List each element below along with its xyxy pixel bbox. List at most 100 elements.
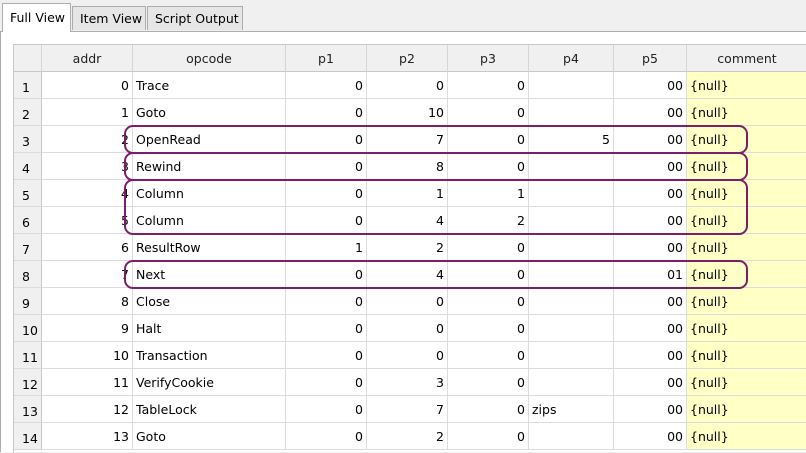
p5-cell[interactable]: 00 [614, 342, 687, 369]
p1-cell[interactable]: 0 [286, 153, 367, 180]
comment-cell[interactable]: {null} [687, 126, 806, 153]
p3-cell[interactable]: 0 [448, 342, 529, 369]
comment-header[interactable]: comment [687, 45, 806, 72]
comment-cell[interactable]: {null} [687, 72, 806, 99]
p3-cell[interactable]: 2 [448, 207, 529, 234]
p1-cell[interactable]: 0 [286, 261, 367, 288]
p4-cell[interactable] [529, 180, 614, 207]
p2-header[interactable]: p2 [367, 45, 448, 72]
p3-header[interactable]: p3 [448, 45, 529, 72]
p3-cell[interactable]: 0 [448, 234, 529, 261]
addr-cell[interactable]: 2 [42, 126, 133, 153]
p5-cell[interactable]: 00 [614, 396, 687, 423]
opcode-header[interactable]: opcode [133, 45, 286, 72]
p2-cell[interactable]: 7 [367, 126, 448, 153]
p1-cell[interactable]: 0 [286, 72, 367, 99]
table-row[interactable]: 13 12 TableLock 0 7 0 zips 00 {null} [14, 396, 806, 423]
p2-cell[interactable]: 2 [367, 234, 448, 261]
comment-cell[interactable]: {null} [687, 315, 806, 342]
p3-cell[interactable]: 0 [448, 396, 529, 423]
p1-cell[interactable]: 0 [286, 207, 367, 234]
row-number-header[interactable] [14, 45, 42, 72]
p4-cell[interactable] [529, 234, 614, 261]
p2-cell[interactable]: 0 [367, 342, 448, 369]
table-row[interactable]: 12 11 VerifyCookie 0 3 0 00 {null} [14, 369, 806, 396]
p2-cell[interactable]: 10 [367, 99, 448, 126]
p3-cell[interactable]: 0 [448, 99, 529, 126]
opcode-cell[interactable]: TableLock [133, 396, 286, 423]
p2-cell[interactable]: 0 [367, 72, 448, 99]
p4-cell[interactable] [529, 288, 614, 315]
addr-cell[interactable]: 0 [42, 72, 133, 99]
p1-cell[interactable]: 1 [286, 234, 367, 261]
opcode-cell[interactable]: Goto [133, 423, 286, 450]
p1-cell[interactable]: 0 [286, 315, 367, 342]
p3-cell[interactable]: 0 [448, 423, 529, 450]
p5-cell[interactable]: 00 [614, 207, 687, 234]
opcode-cell[interactable]: Column [133, 180, 286, 207]
p1-cell[interactable]: 0 [286, 99, 367, 126]
table-row[interactable]: 8 7 Next 0 4 0 01 {null} [14, 261, 806, 288]
opcode-cell[interactable]: VerifyCookie [133, 369, 286, 396]
table-row[interactable]: 14 13 Goto 0 2 0 00 {null} [14, 423, 806, 450]
p5-cell[interactable]: 00 [614, 99, 687, 126]
p3-cell[interactable]: 0 [448, 153, 529, 180]
p4-cell[interactable] [529, 261, 614, 288]
addr-cell[interactable]: 8 [42, 288, 133, 315]
results-grid[interactable]: addr opcode p1 p2 p3 p4 p5 comment 1 0 Trace 0 0 0 00… [13, 44, 806, 453]
table-row[interactable]: 3 2 OpenRead 0 7 0 5 00 {null} [14, 126, 806, 153]
comment-cell[interactable]: {null} [687, 423, 806, 450]
p1-cell[interactable]: 0 [286, 369, 367, 396]
comment-cell[interactable]: {null} [687, 342, 806, 369]
p5-cell[interactable]: 00 [614, 180, 687, 207]
p1-cell[interactable]: 0 [286, 396, 367, 423]
p3-cell[interactable]: 0 [448, 315, 529, 342]
p3-cell[interactable]: 0 [448, 126, 529, 153]
addr-cell[interactable]: 9 [42, 315, 133, 342]
table-row[interactable]: 1 0 Trace 0 0 0 00 {null} [14, 72, 806, 99]
p2-cell[interactable]: 7 [367, 396, 448, 423]
p3-cell[interactable]: 0 [448, 72, 529, 99]
comment-cell[interactable]: {null} [687, 369, 806, 396]
opcode-cell[interactable]: Halt [133, 315, 286, 342]
p5-cell[interactable]: 00 [614, 423, 687, 450]
p4-cell[interactable] [529, 99, 614, 126]
table-row[interactable]: 6 5 Column 0 4 2 00 {null} [14, 207, 806, 234]
p4-cell[interactable] [529, 153, 614, 180]
table-row[interactable]: 2 1 Goto 0 10 0 00 {null} [14, 99, 806, 126]
p3-cell[interactable]: 0 [448, 288, 529, 315]
p1-cell[interactable]: 0 [286, 180, 367, 207]
opcode-cell[interactable]: Goto [133, 99, 286, 126]
p5-cell[interactable]: 00 [614, 315, 687, 342]
tab-full-view[interactable]: Full View [2, 3, 71, 32]
comment-cell[interactable]: {null} [687, 288, 806, 315]
p1-cell[interactable]: 0 [286, 288, 367, 315]
table-row[interactable]: 4 3 Rewind 0 8 0 00 {null} [14, 153, 806, 180]
p1-cell[interactable]: 0 [286, 423, 367, 450]
addr-cell[interactable]: 1 [42, 99, 133, 126]
addr-cell[interactable]: 13 [42, 423, 133, 450]
opcode-cell[interactable]: Next [133, 261, 286, 288]
comment-cell[interactable]: {null} [687, 261, 806, 288]
p4-cell[interactable] [529, 207, 614, 234]
tab-item-view[interactable]: Item View [72, 6, 146, 30]
opcode-cell[interactable]: Trace [133, 72, 286, 99]
p3-cell[interactable]: 1 [448, 180, 529, 207]
opcode-cell[interactable]: Rewind [133, 153, 286, 180]
addr-cell[interactable]: 5 [42, 207, 133, 234]
addr-cell[interactable]: 12 [42, 396, 133, 423]
addr-cell[interactable]: 4 [42, 180, 133, 207]
p2-cell[interactable]: 2 [367, 423, 448, 450]
p3-cell[interactable]: 0 [448, 369, 529, 396]
p2-cell[interactable]: 0 [367, 315, 448, 342]
addr-cell[interactable]: 6 [42, 234, 133, 261]
p2-cell[interactable]: 0 [367, 288, 448, 315]
p5-cell[interactable]: 00 [614, 234, 687, 261]
comment-cell[interactable]: {null} [687, 99, 806, 126]
p2-cell[interactable]: 3 [367, 369, 448, 396]
opcode-cell[interactable]: ResultRow [133, 234, 286, 261]
table-row[interactable]: 10 9 Halt 0 0 0 00 {null} [14, 315, 806, 342]
comment-cell[interactable]: {null} [687, 180, 806, 207]
table-row[interactable]: 11 10 Transaction 0 0 0 00 {null} [14, 342, 806, 369]
p2-cell[interactable]: 4 [367, 261, 448, 288]
